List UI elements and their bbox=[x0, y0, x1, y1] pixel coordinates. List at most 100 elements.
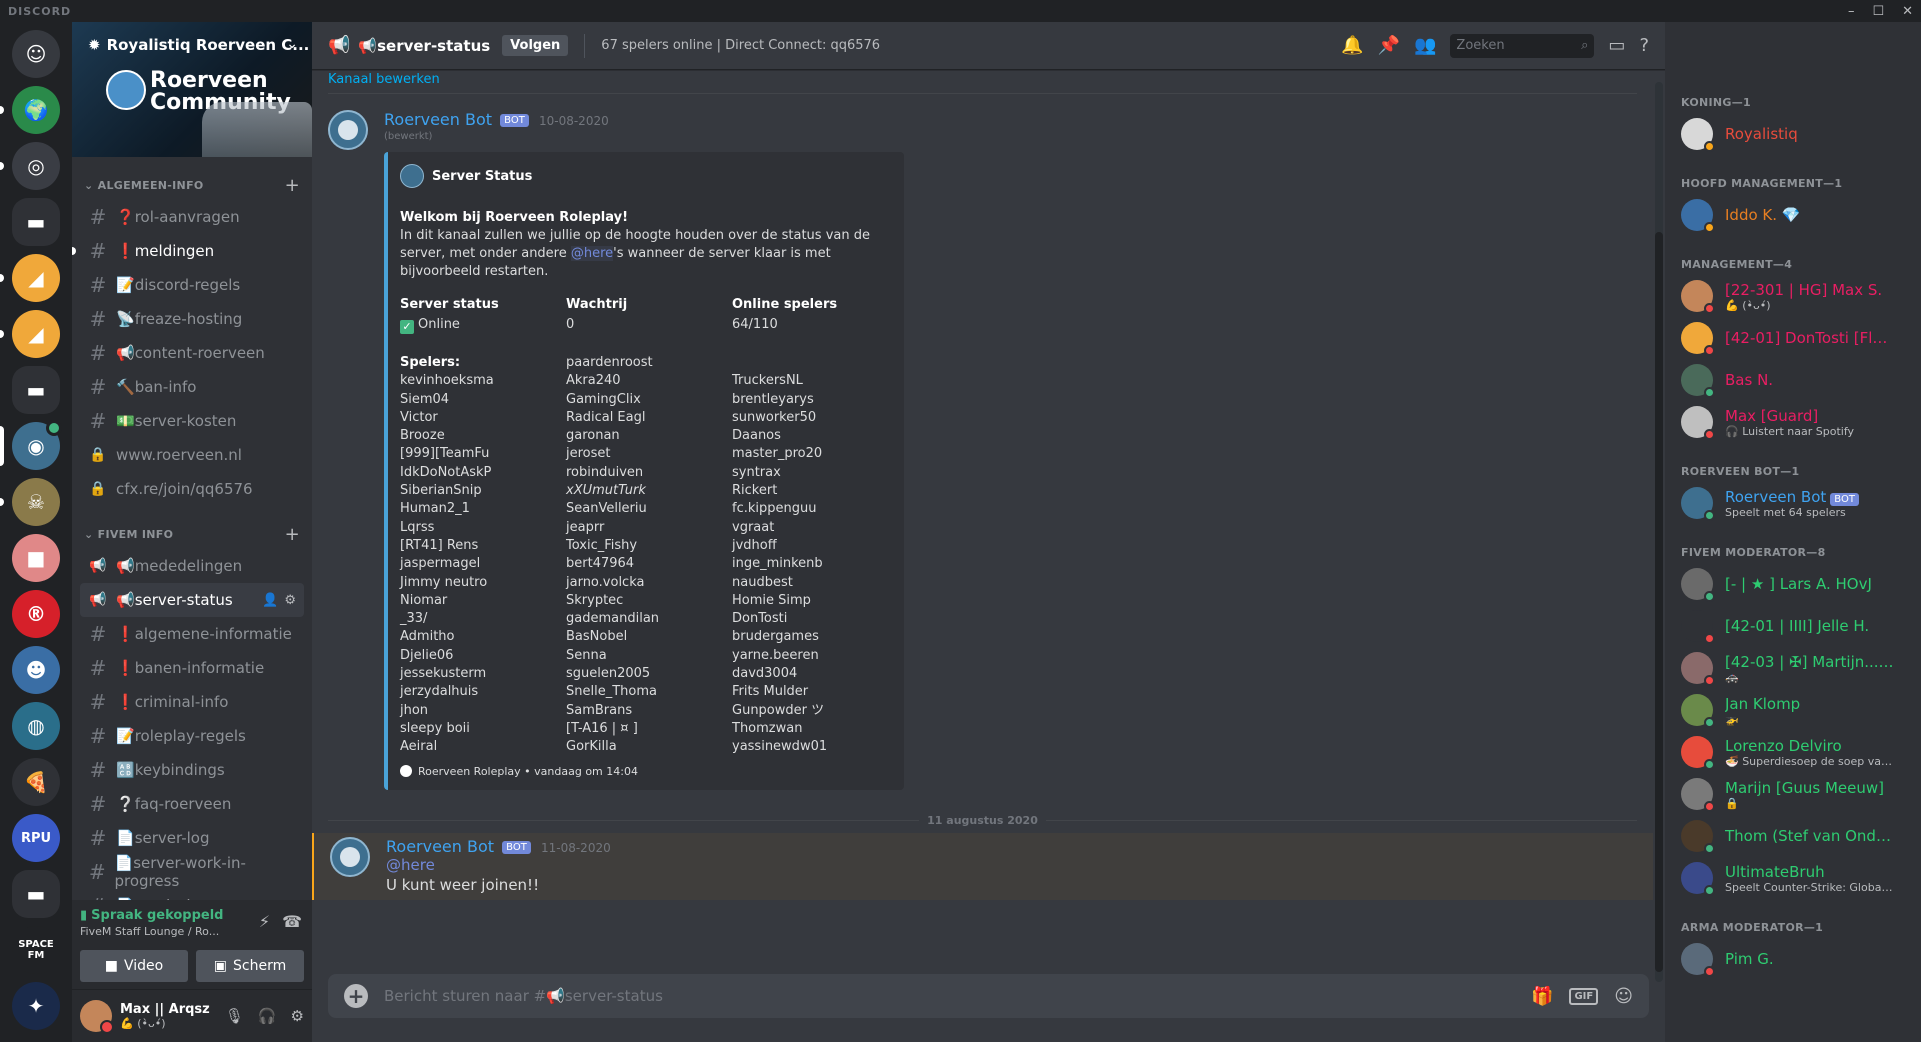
members-icon[interactable]: 👥 bbox=[1414, 35, 1436, 56]
message-author[interactable]: Roerveen Bot bbox=[384, 110, 492, 129]
server-rpu[interactable]: RPU bbox=[12, 814, 60, 862]
channel-www-roerveen-nl[interactable]: 🔒 www.roerveen.nl bbox=[80, 438, 304, 472]
member-item[interactable]: [42-03 | ✠] Martijn... 💎 🚓 bbox=[1681, 647, 1913, 689]
pin-icon[interactable]: 📌 bbox=[1378, 35, 1400, 56]
channel-freaze-hosting[interactable]: # 📡freaze-hosting bbox=[80, 302, 304, 336]
message-author[interactable]: Roerveen Bot bbox=[386, 837, 494, 856]
follow-button[interactable]: Volgen bbox=[502, 35, 569, 56]
help-icon[interactable]: ? bbox=[1639, 35, 1649, 56]
author-avatar[interactable] bbox=[328, 110, 368, 150]
add-channel-icon[interactable]: + bbox=[285, 524, 300, 545]
channel-mededelingen[interactable]: 📢 📢mededelingen bbox=[80, 549, 304, 583]
channel-content-roerveen[interactable]: # 📢content-roerveen bbox=[80, 336, 304, 370]
screen-share-button[interactable]: ▣ Scherm bbox=[196, 950, 304, 982]
server-cheese[interactable]: ◢ bbox=[0, 310, 60, 358]
scrollbar[interactable] bbox=[1655, 82, 1663, 982]
message-list[interactable]: Kanaal bewerken Roerveen Bot BOT 10-08-2… bbox=[312, 70, 1653, 950]
minimize-icon[interactable]: – bbox=[1848, 4, 1855, 19]
channel-server-work-in-progress[interactable]: # 📄server-work-in-progress bbox=[80, 854, 304, 890]
video-button[interactable]: ■ Video bbox=[80, 950, 188, 982]
edit-channel-link[interactable]: Kanaal bewerken bbox=[312, 70, 1653, 87]
server-space-fm[interactable]: SPACE FM bbox=[12, 926, 60, 974]
chevron-down-icon[interactable]: ⌄ bbox=[286, 36, 298, 52]
channel-keybindings[interactable]: # 🔠keybindings bbox=[80, 753, 304, 787]
disconnect-icon[interactable]: ☎ bbox=[282, 912, 302, 931]
member-item[interactable]: [- | ★ ] Lars A. HOvJ bbox=[1681, 563, 1913, 605]
gift-icon[interactable]: 🎁 bbox=[1531, 986, 1553, 1007]
server-folder-yellow[interactable]: ▬ bbox=[12, 198, 60, 246]
invite-icon[interactable]: 👤 bbox=[262, 593, 278, 608]
member-item[interactable]: Max [Guard] 🎧 Luistert naar Spotify bbox=[1681, 401, 1913, 443]
user-name[interactable]: Max || Arqsz bbox=[120, 1002, 210, 1017]
inbox-icon[interactable]: ▭ bbox=[1608, 35, 1625, 56]
channel-criminal-info[interactable]: # ❗criminal-info bbox=[80, 685, 304, 719]
server-person[interactable]: ☻ bbox=[12, 646, 60, 694]
member-item[interactable]: Bas N. bbox=[1681, 359, 1913, 401]
channel-server-status[interactable]: 📢 📢server-status 👤 ⚙ bbox=[80, 583, 304, 617]
channel-ban-info[interactable]: # 🔨ban-info bbox=[80, 370, 304, 404]
member-item[interactable]: [42-01 | IIII] Jelle H. bbox=[1681, 605, 1913, 647]
category-header[interactable]: ⌄ FIVEM INFO + bbox=[80, 506, 304, 549]
server-folder-red[interactable]: ▬ bbox=[12, 870, 60, 918]
member-item[interactable]: UltimateBruh Speelt Counter-Strike: Globa… bbox=[1681, 857, 1913, 899]
close-icon[interactable]: ✕ bbox=[1902, 4, 1913, 19]
microphone-icon[interactable]: 🎙 bbox=[225, 1007, 244, 1025]
server-globe[interactable]: 🌍 bbox=[0, 86, 60, 134]
here-mention[interactable]: @here bbox=[386, 856, 611, 874]
settings-icon[interactable]: ⚙ bbox=[284, 593, 296, 608]
user-avatar[interactable] bbox=[80, 1000, 114, 1034]
server-pixel-face[interactable]: ■ bbox=[12, 534, 60, 582]
member-item[interactable]: Iddo K. 💎 bbox=[1681, 194, 1913, 236]
member-item[interactable]: Royalistiq bbox=[1681, 113, 1913, 155]
member-item[interactable]: [42-01] DonTosti [Fla... bbox=[1681, 317, 1913, 359]
member-item[interactable]: [22-301 | HG] Max S. 💪 (•̀ᴗ•́) bbox=[1681, 275, 1913, 317]
maximize-icon[interactable]: ☐ bbox=[1872, 4, 1884, 19]
message[interactable]: Roerveen Bot BOT 10-08-2020 (bewerkt) Se… bbox=[312, 94, 1653, 792]
server-discord-home[interactable]: ☺ bbox=[12, 30, 60, 78]
message-composer[interactable]: + Bericht sturen naar #📢server-status 🎁 … bbox=[328, 974, 1649, 1018]
member-item[interactable]: Thom (Stef van Onder) bbox=[1681, 815, 1913, 857]
category-header[interactable]: ⌄ ALGEMEEN-INFO + bbox=[80, 157, 304, 200]
gif-icon[interactable]: GIF bbox=[1569, 987, 1599, 1005]
add-channel-icon[interactable]: + bbox=[285, 175, 300, 196]
channel-cfx-re-join-qq6576[interactable]: 🔒 cfx.re/join/qq6576 bbox=[80, 472, 304, 506]
member-item[interactable]: Marijn [Guus Meeuw] 🔒 bbox=[1681, 773, 1913, 815]
channel-server-kosten[interactable]: # 💵server-kosten bbox=[80, 404, 304, 438]
server-cheese[interactable]: ◢ bbox=[0, 254, 60, 302]
channel-faq-roerveen[interactable]: # ❔faq-roerveen bbox=[80, 787, 304, 821]
server-pirate[interactable]: ☠ bbox=[0, 478, 60, 526]
server-roerveen[interactable]: ◉ bbox=[0, 420, 62, 470]
headphones-icon[interactable]: 🎧 bbox=[258, 1007, 277, 1025]
here-mention[interactable]: @here bbox=[570, 246, 614, 261]
bell-icon[interactable]: 🔔 bbox=[1341, 35, 1363, 56]
server-r-logo[interactable]: ® bbox=[12, 590, 60, 638]
server-pizza[interactable]: 🍕 bbox=[12, 758, 60, 806]
channel-rol-aanvragen[interactable]: # ❓rol-aanvragen bbox=[80, 200, 304, 234]
channel-server-log[interactable]: # 📄server-log bbox=[80, 821, 304, 855]
channel-topic[interactable]: 67 spelers online | Direct Connect: qq65… bbox=[601, 38, 880, 53]
message[interactable]: Roerveen Bot BOT 11-08-2020 @here U kunt… bbox=[312, 832, 1653, 900]
emoji-icon[interactable]: ☺ bbox=[1614, 986, 1633, 1007]
channel-crash-dumps[interactable]: #📄crash-dumps bbox=[80, 889, 304, 900]
member-item[interactable]: Jan Klomp 🚁 bbox=[1681, 689, 1913, 731]
channel-roleplay-regels[interactable]: # 📝roleplay-regels bbox=[80, 719, 304, 753]
server-swirl[interactable]: ◎ bbox=[0, 142, 60, 190]
server-space-logo[interactable]: ✦ bbox=[12, 982, 60, 1030]
author-avatar[interactable] bbox=[330, 836, 370, 877]
member-item[interactable]: Pim G. bbox=[1681, 938, 1913, 980]
guild-header[interactable]: ✹ Royalistiq Roerveen C... ⌄ Roerveen Co… bbox=[72, 22, 312, 157]
channel-algemene-informatie[interactable]: # ❗algemene-informatie bbox=[80, 617, 304, 651]
server-globe-map[interactable]: ◍ bbox=[12, 702, 60, 750]
server-folder-blue[interactable]: ▬ bbox=[12, 366, 60, 414]
settings-gear-icon[interactable]: ⚙ bbox=[291, 1007, 304, 1025]
noise-suppression-icon[interactable]: ⚡ bbox=[259, 912, 270, 931]
add-attachment-icon[interactable]: + bbox=[344, 984, 368, 1008]
member-item[interactable]: Lorenzo Delviro 🍜 Superdiesoep de soep va… bbox=[1681, 731, 1913, 773]
channel-banen-informatie[interactable]: # ❗banen-informatie bbox=[80, 651, 304, 685]
member-item[interactable]: Roerveen Bot BOT Speelt met 64 spelers bbox=[1681, 482, 1913, 524]
guild-name[interactable]: ✹ Royalistiq Roerveen C... bbox=[88, 36, 309, 54]
scrollbar-thumb[interactable] bbox=[1655, 232, 1663, 972]
search-input[interactable]: Zoeken ⌕ bbox=[1450, 33, 1595, 58]
channel-discord-regels[interactable]: # 📝discord-regels bbox=[80, 268, 304, 302]
channel-meldingen[interactable]: # ❗meldingen bbox=[72, 234, 304, 268]
